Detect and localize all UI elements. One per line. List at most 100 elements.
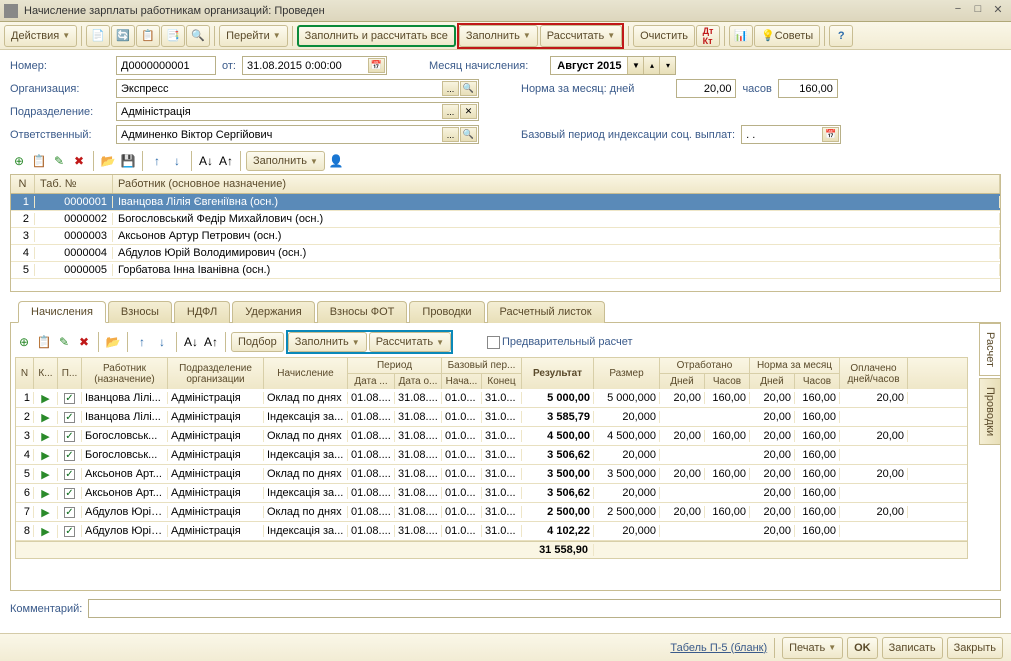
col-tab[interactable]: Таб. № xyxy=(35,175,113,193)
calc-calc-menu[interactable]: Рассчитать▼ xyxy=(369,332,451,352)
sidetab-calc[interactable]: Расчет xyxy=(979,323,1001,376)
edit-icon[interactable]: ✎ xyxy=(50,152,68,170)
toolbar-icon-3[interactable]: 📋 xyxy=(136,25,160,47)
month-dd-icon[interactable]: ▼ xyxy=(627,57,643,74)
close-form-button[interactable]: Закрыть xyxy=(947,637,1003,659)
sort-asc-icon[interactable]: A↓ xyxy=(197,152,215,170)
norm-days-input[interactable]: 20,00 xyxy=(676,79,736,98)
org-input[interactable]: Экспресс...🔍 xyxy=(116,79,479,98)
toolbar-icon-4[interactable]: 📑 xyxy=(161,25,185,47)
col-n[interactable]: N xyxy=(11,175,35,193)
delete-icon[interactable]: ✖ xyxy=(70,152,88,170)
c-sort-asc-icon[interactable]: A↓ xyxy=(182,333,200,351)
ok-button[interactable]: OK xyxy=(847,637,878,659)
number-input[interactable]: Д0000000001 xyxy=(116,56,216,75)
maximize-button[interactable]: □ xyxy=(969,3,987,19)
resp-dots-icon[interactable]: ... xyxy=(442,127,459,142)
calc-row[interactable]: 3 ▶ ✓ Богословськ... Адміністрація Оклад… xyxy=(16,427,967,446)
calc-row[interactable]: 6 ▶ ✓ Аксьонов Арт... Адміністрація Інде… xyxy=(16,484,967,503)
add-icon[interactable]: ⊕ xyxy=(10,152,28,170)
tabel-link[interactable]: Табель П-5 (бланк) xyxy=(670,642,767,654)
minimize-button[interactable]: − xyxy=(949,3,967,19)
emp-fill-menu[interactable]: Заполнить▼ xyxy=(246,151,325,171)
window-title: Начисление зарплаты работникам организац… xyxy=(24,5,947,17)
tab-3[interactable]: Удержания xyxy=(232,301,314,323)
resp-input[interactable]: Админенко Віктор Сергійович...🔍 xyxy=(116,125,479,144)
emp-row[interactable]: 10000001Іванцова Лілія Євгеніївна (осн.) xyxy=(11,194,1000,211)
tab-5[interactable]: Проводки xyxy=(409,301,484,323)
dept-label: Подразделение: xyxy=(10,106,110,118)
c-delete-icon[interactable]: ✖ xyxy=(75,333,93,351)
calc-grid[interactable]: N К... П... Работник (назначение) Подраз… xyxy=(15,357,968,559)
calc-row[interactable]: 5 ▶ ✓ Аксьонов Арт... Адміністрація Окла… xyxy=(16,465,967,484)
report-icon[interactable]: 📊 xyxy=(729,25,753,47)
fill-menu[interactable]: Заполнить▼ xyxy=(459,25,538,47)
base-input[interactable]: . .📅 xyxy=(741,125,841,144)
help-icon[interactable]: ? xyxy=(829,25,853,47)
c-copy-icon[interactable]: 📋 xyxy=(35,333,53,351)
sort-desc-icon[interactable]: A↑ xyxy=(217,152,235,170)
emp-row[interactable]: 50000005Горбатова Інна Іванівна (осн.) xyxy=(11,262,1000,279)
tab-1[interactable]: Взносы xyxy=(108,301,172,323)
tab-body: Расчет Проводки ⊕ 📋 ✎ ✖ 📂 ↑ ↓ A↓ A↑ Подб… xyxy=(10,323,1001,591)
dept-clear-icon[interactable]: ✕ xyxy=(460,104,477,119)
load-icon[interactable]: 📂 xyxy=(99,152,117,170)
norm-hours-input[interactable]: 160,00 xyxy=(778,79,838,98)
tab-4[interactable]: Взносы ФОТ xyxy=(317,301,408,323)
emp-row[interactable]: 20000002Богословський Федір Михайлович (… xyxy=(11,211,1000,228)
actions-menu[interactable]: Действия▼ xyxy=(4,25,77,47)
tab-2[interactable]: НДФЛ xyxy=(174,301,230,323)
c-sort-desc-icon[interactable]: A↑ xyxy=(202,333,220,351)
person-icon[interactable]: 👤 xyxy=(327,152,345,170)
clear-button[interactable]: Очистить xyxy=(633,25,695,47)
resp-search-icon[interactable]: 🔍 xyxy=(460,127,477,142)
date-input[interactable]: 31.08.2015 0:00:00📅 xyxy=(242,56,387,75)
save-button[interactable]: Записать xyxy=(882,637,943,659)
dept-input[interactable]: Адміністрація...✕ xyxy=(116,102,479,121)
calc-row[interactable]: 4 ▶ ✓ Богословськ... Адміністрація Індек… xyxy=(16,446,967,465)
calc-row[interactable]: 8 ▶ ✓ Абдулов Юрій... Адміністрація Інде… xyxy=(16,522,967,541)
month-up-icon[interactable]: ▴ xyxy=(643,57,659,74)
fill-and-calc-all-button[interactable]: Заполнить и рассчитать все xyxy=(297,25,456,47)
copy-icon[interactable]: 📋 xyxy=(30,152,48,170)
goto-menu[interactable]: Перейти▼ xyxy=(219,25,288,47)
toolbar-icon-2[interactable]: 🔄 xyxy=(111,25,135,47)
c-down-icon[interactable]: ↓ xyxy=(153,333,171,351)
down-icon[interactable]: ↓ xyxy=(168,152,186,170)
c-add-icon[interactable]: ⊕ xyxy=(15,333,33,351)
org-dots-icon[interactable]: ... xyxy=(442,81,459,96)
preview-checkbox[interactable] xyxy=(487,336,500,349)
dk-icon[interactable]: ДтКт xyxy=(696,25,720,47)
toolbar-icon-5[interactable]: 🔍 xyxy=(186,25,210,47)
pick-button[interactable]: Подбор xyxy=(231,332,284,352)
base-cal-icon[interactable]: 📅 xyxy=(822,127,839,142)
col-worker[interactable]: Работник (основное назначение) xyxy=(113,175,1000,193)
tips-button[interactable]: 💡 Советы xyxy=(754,25,820,47)
month-down-icon[interactable]: ▾ xyxy=(659,57,675,74)
sidetab-postings[interactable]: Проводки xyxy=(979,378,1001,445)
toolbar-icon-1[interactable]: 📄 xyxy=(86,25,110,47)
comment-input[interactable] xyxy=(88,599,1001,618)
print-menu[interactable]: Печать▼ xyxy=(782,637,843,659)
calc-row[interactable]: 7 ▶ ✓ Абдулов Юрій... Адміністрація Окла… xyxy=(16,503,967,522)
emp-row[interactable]: 40000004Абдулов Юрій Володимирович (осн.… xyxy=(11,245,1000,262)
c-up-icon[interactable]: ↑ xyxy=(133,333,151,351)
calc-menu[interactable]: Рассчитать▼ xyxy=(540,25,622,47)
tab-0[interactable]: Начисления xyxy=(18,301,106,323)
up-icon[interactable]: ↑ xyxy=(148,152,166,170)
employee-grid[interactable]: N Таб. № Работник (основное назначение) … xyxy=(10,174,1001,292)
calc-row[interactable]: 1 ▶ ✓ Іванцова Лілі... Адміністрація Окл… xyxy=(16,389,967,408)
calendar-icon[interactable]: 📅 xyxy=(368,58,385,73)
calc-row[interactable]: 2 ▶ ✓ Іванцова Лілі... Адміністрація Інд… xyxy=(16,408,967,427)
tab-6[interactable]: Расчетный листок xyxy=(487,301,605,323)
dept-dots-icon[interactable]: ... xyxy=(442,104,459,119)
calc-fill-menu[interactable]: Заполнить▼ xyxy=(288,332,367,352)
save-icon[interactable]: 💾 xyxy=(119,152,137,170)
org-search-icon[interactable]: 🔍 xyxy=(460,81,477,96)
month-selector[interactable]: Август 2015 ▼ ▴ ▾ xyxy=(550,56,676,75)
c-load-icon[interactable]: 📂 xyxy=(104,333,122,351)
close-button[interactable]: ✕ xyxy=(989,3,1007,19)
emp-row[interactable]: 30000003Аксьонов Артур Петрович (осн.) xyxy=(11,228,1000,245)
base-label: Базовый период индексации соц. выплат: xyxy=(521,129,735,141)
c-edit-icon[interactable]: ✎ xyxy=(55,333,73,351)
